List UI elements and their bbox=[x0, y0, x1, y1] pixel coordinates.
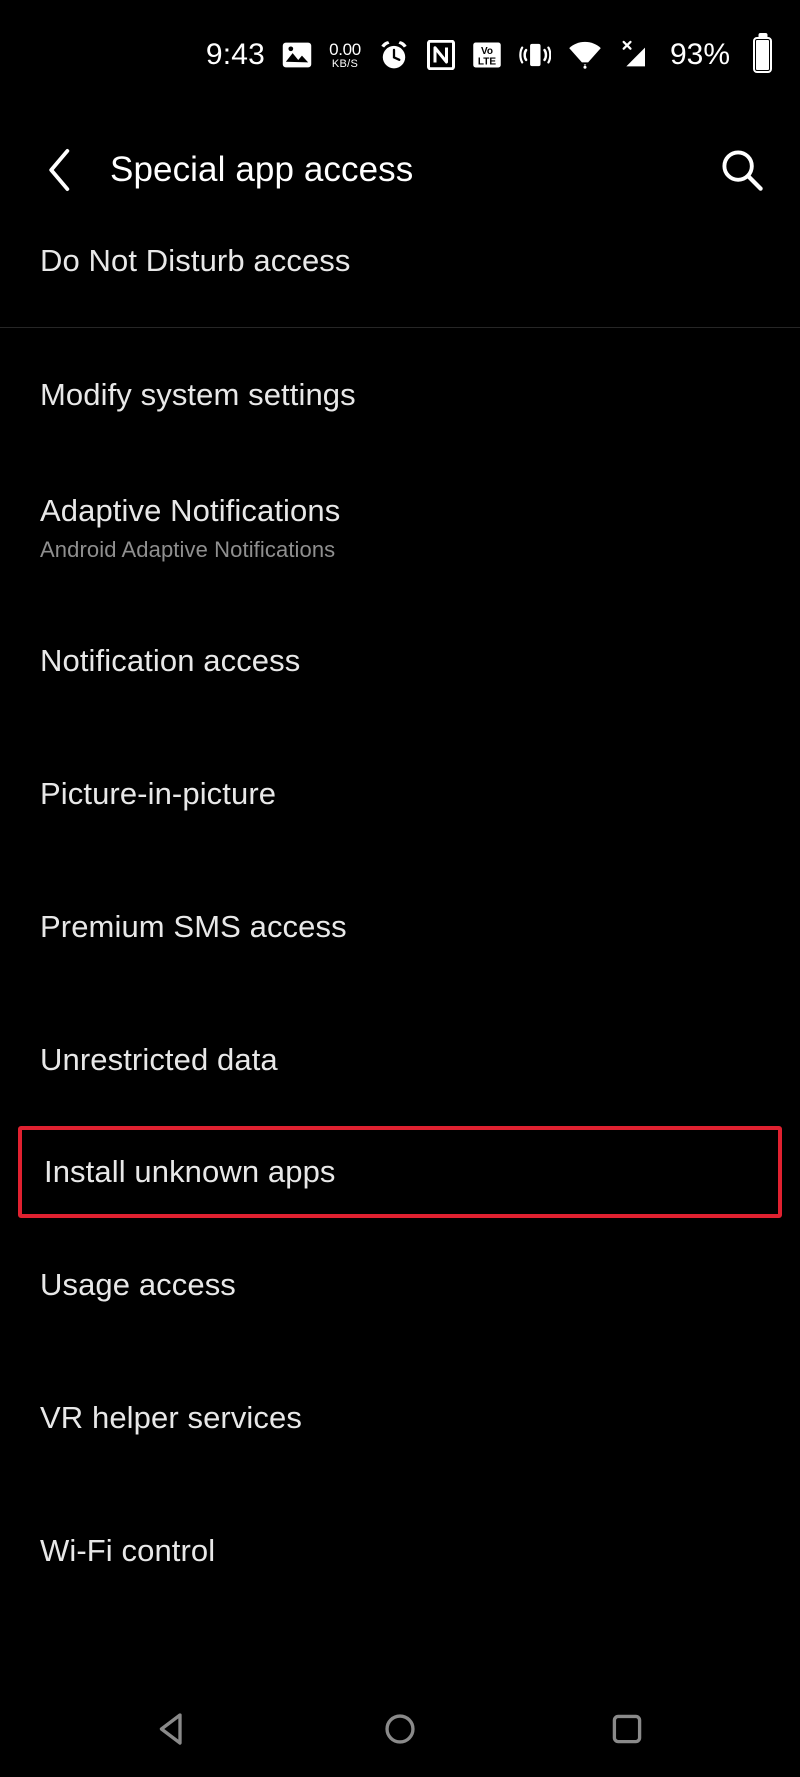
list-item[interactable]: Picture-in-picture bbox=[0, 727, 800, 860]
list-item-title: Adaptive Notifications bbox=[40, 492, 341, 528]
list-item[interactable]: Wi-Fi control bbox=[0, 1484, 800, 1617]
volte-icon: Vo LTE bbox=[472, 40, 502, 70]
list-item[interactable]: Modify system settings bbox=[0, 328, 800, 461]
triangle-back-icon bbox=[160, 1712, 182, 1745]
phone-screen: 9:43 0.00 KB/S Vo LTE 93% Special app ac… bbox=[0, 0, 800, 1777]
list-item-subtitle: Android Adaptive Notifications bbox=[40, 537, 336, 563]
svg-text:LTE: LTE bbox=[478, 57, 496, 68]
list-item-title: Picture-in-picture bbox=[40, 775, 277, 811]
svg-text:Vo: Vo bbox=[481, 46, 493, 57]
nav-recents-button[interactable] bbox=[582, 1693, 672, 1765]
list-item-title: VR helper services bbox=[40, 1399, 302, 1435]
status-bar: 9:43 0.00 KB/S Vo LTE 93% bbox=[0, 0, 800, 110]
network-speed-unit: KB/S bbox=[331, 57, 359, 70]
network-speed-value: 0.00 bbox=[329, 39, 361, 59]
page-title: Special app access bbox=[110, 150, 414, 189]
list-item-title: Notification access bbox=[40, 642, 301, 678]
list-item-title: Install unknown apps bbox=[44, 1154, 336, 1190]
list-item-title: Do Not Disturb access bbox=[40, 242, 351, 278]
list-item[interactable]: Unrestricted data bbox=[0, 993, 800, 1126]
navigation-bar bbox=[0, 1680, 800, 1777]
chevron-left-icon bbox=[49, 149, 70, 191]
status-bar-clock: 9:43 bbox=[205, 38, 266, 71]
battery-percent-label: 93% bbox=[669, 38, 730, 71]
nav-back-button[interactable] bbox=[128, 1693, 218, 1765]
list-item-title: Unrestricted data bbox=[40, 1041, 278, 1077]
settings-list[interactable]: Do Not Disturb access Modify system setti… bbox=[0, 230, 800, 1680]
list-item-title: Premium SMS access bbox=[40, 908, 347, 944]
list-item[interactable]: Do Not Disturb access bbox=[0, 230, 800, 327]
search-icon bbox=[722, 150, 763, 191]
list-item[interactable]: Usage access bbox=[0, 1218, 800, 1351]
list-item-title: Wi-Fi control bbox=[40, 1532, 216, 1568]
nfc-icon bbox=[426, 40, 455, 70]
list-item-title: Usage access bbox=[40, 1266, 236, 1302]
list-item-title: Modify system settings bbox=[40, 376, 356, 412]
vibrate-mode-icon bbox=[519, 40, 551, 70]
network-speed-indicator: 0.00 KB/S bbox=[329, 41, 361, 70]
status-bar-icons: 9:43 0.00 KB/S Vo LTE 93% bbox=[206, 37, 772, 73]
wifi-icon bbox=[568, 41, 602, 69]
screenshot-photo-icon bbox=[282, 42, 312, 68]
list-item[interactable]: VR helper services bbox=[0, 1351, 800, 1484]
search-button[interactable] bbox=[714, 142, 770, 198]
alarm-clock-icon bbox=[378, 39, 410, 71]
battery-icon bbox=[753, 37, 772, 73]
list-item[interactable]: Adaptive Notifications Android Adaptive N… bbox=[0, 461, 800, 594]
circle-home-icon bbox=[385, 1713, 415, 1744]
back-button[interactable] bbox=[34, 144, 86, 196]
list-item[interactable]: Install unknown apps bbox=[18, 1126, 782, 1218]
list-item[interactable]: Premium SMS access bbox=[0, 860, 800, 993]
list-item[interactable]: Notification access bbox=[0, 594, 800, 727]
mobile-signal-no-sim-icon bbox=[619, 39, 651, 71]
square-recents-icon bbox=[612, 1714, 641, 1743]
nav-home-button[interactable] bbox=[355, 1693, 445, 1765]
app-bar: Special app access bbox=[0, 110, 800, 230]
